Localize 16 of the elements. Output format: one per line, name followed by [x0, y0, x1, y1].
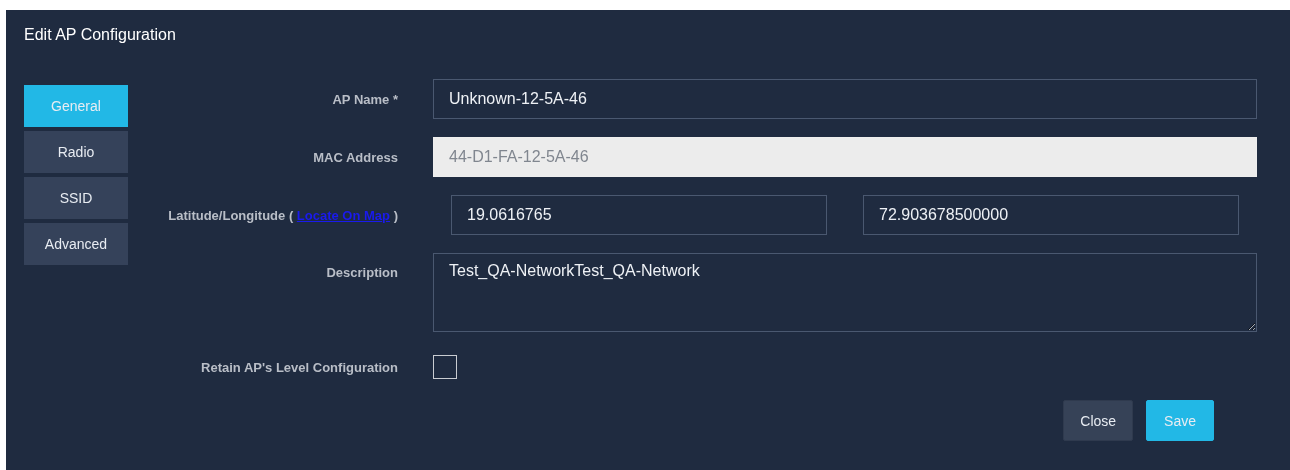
retain-checkbox[interactable] [433, 355, 457, 379]
field-label: Latitude/Longitude ( [168, 207, 294, 223]
field-label: ) [393, 207, 398, 223]
tab[interactable]: Radio [24, 131, 128, 173]
tab[interactable]: SSID [24, 177, 128, 219]
ap-name-field[interactable]: Unknown-12-5A-46 [433, 79, 1257, 119]
field-label: MAC Address [312, 149, 398, 165]
close-button[interactable]: Close [1063, 400, 1134, 441]
tab[interactable]: Advanced [24, 223, 128, 265]
field-label: Retain AP's Level Configuration [200, 359, 398, 375]
longitude-field[interactable]: 72.903678500000 [863, 195, 1239, 235]
description-field[interactable]: Test_QA-NetworkTest_QA-Network [433, 253, 1257, 332]
dialog-title: Edit AP Configuration [24, 25, 177, 45]
field-label: AP Name * [331, 91, 398, 107]
field-label: Description [325, 264, 398, 282]
latitude-field[interactable]: 19.0616765 [451, 195, 827, 235]
